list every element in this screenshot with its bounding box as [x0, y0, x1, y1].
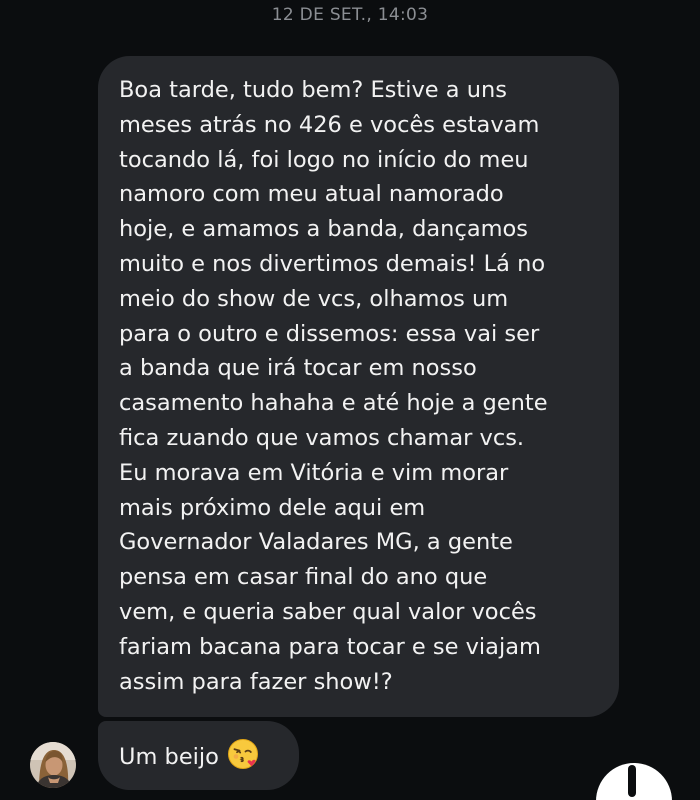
message-bubble[interactable]: Boa tarde, tudo bem? Estive a uns meses …	[98, 56, 619, 717]
message-timestamp: 12 DE SET., 14:03	[271, 5, 429, 25]
message-line: muito e nos divertimos demais! Lá no	[119, 250, 546, 277]
message-text: Um beijo	[119, 744, 219, 770]
message-line: meses atrás no 426 e vocês estavam	[119, 111, 540, 138]
alert-icon	[628, 765, 636, 797]
message-line: assim para fazer show!?	[119, 668, 393, 695]
message-bubble[interactable]: Um beijo	[98, 721, 299, 790]
message-line: tocando lá, foi logo no início do meu	[119, 146, 529, 173]
message-line: namoro com meu atual namorado	[119, 181, 504, 208]
face-blowing-a-kiss-icon	[227, 738, 259, 770]
sender-avatar[interactable]	[30, 742, 76, 788]
message-line: Eu morava em Vitória e vim morar	[119, 459, 509, 486]
message-line: Boa tarde, tudo bem? Estive a uns	[119, 77, 507, 103]
message-line: pensa em casar final do ano que	[119, 564, 488, 591]
message-line: meio do show de vcs, olhamos um	[119, 285, 509, 312]
message-line: para o outro e dissemos: essa vai ser	[119, 320, 540, 347]
message-line: fica zuando que vamos chamar vcs.	[119, 424, 525, 451]
message-line: hoje, e amamos a banda, dançamos	[119, 216, 529, 243]
floating-action-button[interactable]	[596, 763, 672, 800]
avatar-photo	[30, 742, 76, 788]
message-line: mais próximo dele aqui em	[119, 494, 426, 521]
message-line: vem, e queria saber qual valor vocês	[119, 598, 537, 625]
message-line: a banda que irá tocar em nosso	[119, 355, 477, 382]
message-line: casamento hahaha e até hoje a gente	[119, 390, 548, 417]
message-line: Governador Valadares MG, a gente	[119, 529, 513, 556]
message-line: fariam bacana para tocar e se viajam	[119, 633, 541, 660]
